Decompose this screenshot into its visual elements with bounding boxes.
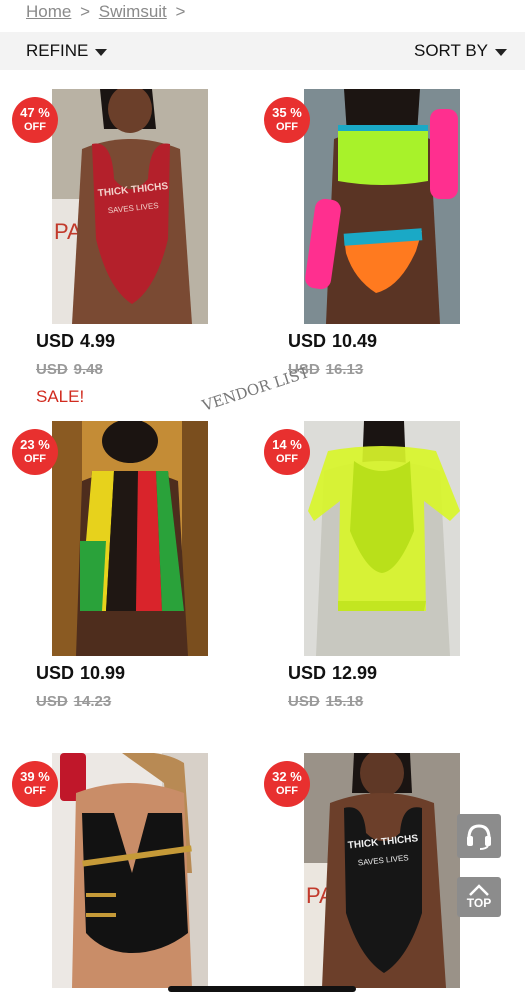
product-image[interactable]: PA THICK THICHS SAVES LIVES: [304, 753, 460, 988]
product-card[interactable]: 35 % OFF USD 10.49 USD 16.13: [264, 89, 504, 389]
refine-button[interactable]: REFINE: [26, 41, 108, 61]
product-price: USD 10.99: [36, 663, 126, 683]
breadcrumb-separator: >: [80, 2, 91, 21]
breadcrumb-separator: >: [175, 2, 186, 21]
product-card[interactable]: 39 % OFF: [12, 753, 252, 1000]
headset-icon: [467, 824, 491, 850]
discount-percent: 14 %: [272, 437, 302, 452]
discount-badge: 32 % OFF: [264, 761, 310, 807]
home-indicator: [168, 986, 356, 992]
discount-badge: 23 % OFF: [12, 429, 58, 475]
discount-off-label: OFF: [276, 785, 298, 797]
refine-label: REFINE: [26, 41, 89, 60]
product-image[interactable]: [52, 421, 208, 656]
chevron-up-icon: [469, 884, 489, 896]
discount-off-label: OFF: [276, 453, 298, 465]
discount-badge: 14 % OFF: [264, 429, 310, 475]
discount-off-label: OFF: [24, 785, 46, 797]
sort-by-label: SORT BY: [413, 41, 488, 60]
filter-toolbar: REFINE SORT BY: [0, 32, 525, 70]
top-label: TOP: [466, 896, 492, 910]
product-price: USD 10.49: [288, 331, 378, 351]
discount-off-label: OFF: [276, 121, 298, 133]
product-card[interactable]: 47 % OFF PA THICK THICHS SAVES LIVES USD…: [12, 89, 252, 419]
discount-off-label: OFF: [24, 121, 46, 133]
caret-down-icon: [95, 48, 108, 56]
product-image[interactable]: PA THICK THICHS SAVES LIVES: [52, 89, 208, 324]
product-price: USD 12.99: [288, 663, 378, 683]
discount-badge: 35 % OFF: [264, 97, 310, 143]
original-price: USD 14.23: [36, 693, 112, 710]
discount-badge: 47 % OFF: [12, 97, 58, 143]
discount-percent: 47 %: [20, 105, 50, 120]
breadcrumb-swimsuit-link[interactable]: Swimsuit: [99, 2, 167, 21]
sale-label: SALE!: [36, 387, 85, 406]
product-card[interactable]: 14 % OFF USD 12.99 USD 15.18: [264, 421, 504, 721]
original-price: USD 9.48: [36, 361, 103, 378]
product-image[interactable]: [304, 89, 460, 324]
discount-percent: 39 %: [20, 769, 50, 784]
product-image[interactable]: [52, 753, 208, 988]
breadcrumb: Home > Swimsuit >: [26, 2, 189, 22]
customer-support-button[interactable]: [457, 814, 501, 858]
discount-percent: 35 %: [272, 105, 302, 120]
product-image[interactable]: [304, 421, 460, 656]
discount-off-label: OFF: [24, 453, 46, 465]
caret-down-icon: [495, 48, 507, 56]
discount-percent: 23 %: [20, 437, 50, 452]
discount-percent: 32 %: [272, 769, 302, 784]
sort-by-button[interactable]: SORT BY: [414, 41, 507, 61]
original-price: USD 15.18: [288, 693, 364, 710]
discount-badge: 39 % OFF: [12, 761, 58, 807]
product-card[interactable]: 23 % OFF USD 10.99 USD 14.23: [12, 421, 252, 721]
product-price: USD 4.99: [36, 331, 116, 351]
breadcrumb-home-link[interactable]: Home: [26, 2, 71, 21]
scroll-to-top-button[interactable]: TOP: [457, 877, 501, 917]
